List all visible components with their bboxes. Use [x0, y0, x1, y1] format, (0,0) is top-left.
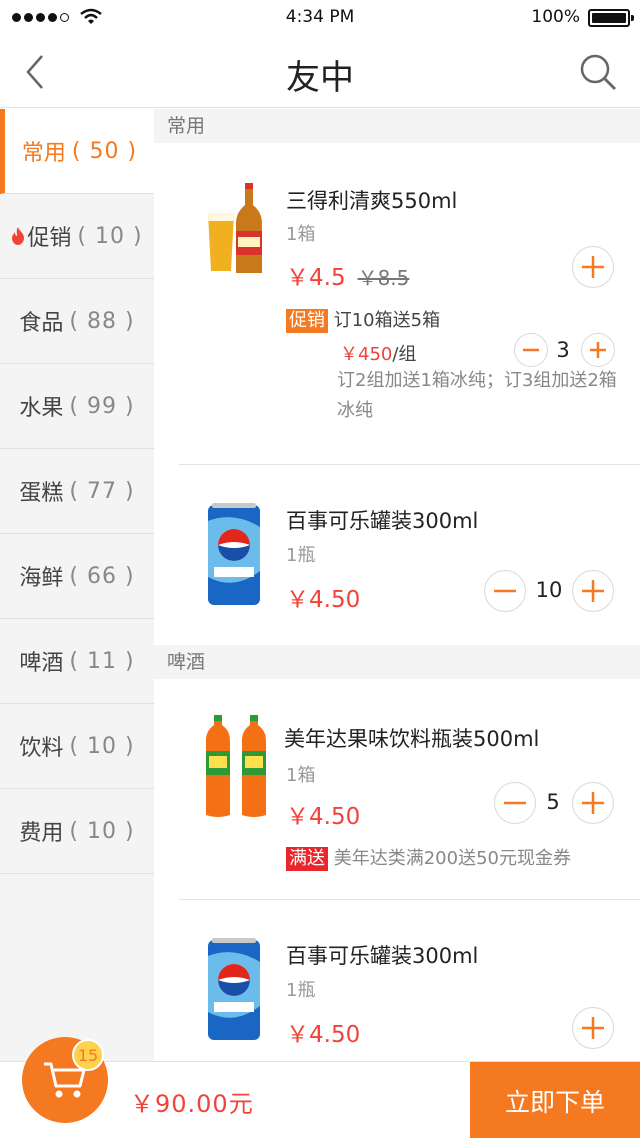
- product-name: 三得利清爽550ml: [286, 189, 458, 213]
- gift-line: 满送 美年达类满200送50元现金券: [286, 844, 571, 871]
- product-name: 百事可乐罐装300ml: [286, 944, 479, 968]
- product-unit: 1箱: [286, 765, 316, 786]
- decrease-button[interactable]: [494, 782, 536, 824]
- promo-note: 订2组加送1箱冰纯；订3组加送2箱冰纯: [337, 370, 617, 421]
- plus-icon: [582, 792, 604, 814]
- quantity-value: 3: [556, 338, 570, 362]
- sidebar-item-shipin[interactable]: 食品( 88 ): [0, 279, 154, 364]
- promo-text: 订10箱送5箱: [333, 310, 441, 331]
- product-unit: 1瓶: [286, 980, 316, 1001]
- minus-icon: [494, 589, 516, 593]
- product-item: 三得利清爽550ml 1箱 ￥4.5 ￥8.5 促销 订10箱送5箱 ￥450/组…: [154, 143, 640, 465]
- page-title: 友中: [286, 58, 354, 98]
- sidebar-item-label: 水果: [19, 396, 64, 421]
- battery-percent: 100%: [531, 7, 580, 27]
- sidebar-item-cuxiao[interactable]: 促销( 10 ): [0, 194, 154, 279]
- sidebar-item-dangao[interactable]: 蛋糕( 77 ): [0, 449, 154, 534]
- battery-icon: [588, 9, 634, 27]
- plus-icon: [582, 1017, 604, 1039]
- sidebar-item-feiyong[interactable]: 费用( 10 ): [0, 789, 154, 874]
- beer-bottle-glass-image: [208, 183, 262, 273]
- sidebar-item-shuiguo[interactable]: 水果( 99 ): [0, 364, 154, 449]
- section-header: 啤酒: [154, 645, 640, 679]
- checkout-bar: 15 ￥90.00元 立即下单: [0, 1037, 640, 1138]
- sidebar-item-label: 海鲜: [19, 566, 64, 591]
- product-price: ￥4.50: [286, 1022, 361, 1048]
- minus-icon: [504, 801, 526, 805]
- cart-count-badge: 15: [72, 1039, 104, 1071]
- nav-bar: 友中: [0, 36, 640, 108]
- sidebar-item-changyong[interactable]: 常用( 50 ): [0, 109, 154, 194]
- sidebar-item-count: ( 88 ): [69, 308, 135, 334]
- current-price: ￥4.5: [286, 265, 346, 291]
- decrease-button[interactable]: [514, 333, 548, 367]
- product-price: ￥4.50: [286, 804, 361, 830]
- promo-price-unit: /组: [392, 344, 417, 365]
- product-item: 百事可乐罐装300ml 1瓶 ￥4.50: [154, 900, 640, 1061]
- place-order-button[interactable]: 立即下单: [470, 1062, 640, 1138]
- increase-button[interactable]: [572, 782, 614, 824]
- product-name: 百事可乐罐装300ml: [286, 509, 479, 533]
- pepsi-can-image: [208, 938, 260, 1040]
- plus-icon: [590, 342, 606, 358]
- sidebar-item-label: 啤酒: [19, 651, 64, 676]
- sidebar-item-yinliao[interactable]: 饮料( 10 ): [0, 704, 154, 789]
- sidebar-item-count: ( 77 ): [69, 478, 135, 504]
- add-button[interactable]: [572, 246, 614, 288]
- sidebar-item-pijiu[interactable]: 啤酒( 11 ): [0, 619, 154, 704]
- product-price: ￥4.5 ￥8.5: [286, 258, 409, 292]
- section-header: 常用: [154, 109, 640, 143]
- plus-icon: [582, 580, 604, 602]
- sidebar-item-haixian[interactable]: 海鲜( 66 ): [0, 534, 154, 619]
- sidebar-item-label: 饮料: [19, 736, 64, 761]
- product-list: 常用 三得利清爽550ml 1箱 ￥4.5 ￥8.5 促销 订10箱送5箱 ￥45…: [154, 109, 640, 1061]
- product-price: ￥4.50: [286, 587, 361, 613]
- increase-button[interactable]: [581, 333, 615, 367]
- order-total: ￥90.00元: [130, 1090, 254, 1118]
- fire-icon: [12, 227, 25, 245]
- pepsi-can-image: [208, 503, 260, 605]
- product-name: 美年达果味饮料瓶装500ml: [284, 727, 540, 751]
- gift-text: 美年达类满200送50元现金券: [333, 848, 571, 869]
- sidebar-item-count: ( 10 ): [69, 733, 135, 759]
- mirinda-bottles-image: [206, 715, 266, 817]
- promo-line: 促销 订10箱送5箱: [286, 306, 440, 333]
- quantity-value: 10: [535, 578, 563, 602]
- minus-icon: [523, 348, 539, 352]
- sidebar-item-label: 食品: [19, 311, 64, 336]
- promo-price-value: ￥450: [340, 344, 393, 365]
- product-item: 美年达果味饮料瓶装500ml 1箱 ￥4.50 5 满送 美年达类满200送50…: [154, 679, 640, 900]
- sidebar-item-label: 蛋糕: [19, 481, 64, 506]
- increase-button[interactable]: [572, 570, 614, 612]
- sidebar-item-count: ( 11 ): [69, 648, 135, 674]
- search-icon[interactable]: [578, 52, 618, 92]
- category-sidebar: 常用( 50 ) 促销( 10 ) 食品( 88 ) 水果( 99 ) 蛋糕( …: [0, 109, 154, 1061]
- decrease-button[interactable]: [484, 570, 526, 612]
- product-unit: 1瓶: [286, 545, 316, 566]
- product-item: 百事可乐罐装300ml 1瓶 ￥4.50 10: [154, 465, 640, 645]
- sidebar-item-label: 费用: [19, 821, 64, 846]
- sidebar-item-count: ( 10 ): [77, 223, 143, 249]
- sidebar-item-count: ( 50 ): [71, 138, 138, 164]
- gift-tag: 满送: [286, 847, 328, 871]
- add-button[interactable]: [572, 1007, 614, 1049]
- status-bar: 4:34 PM 100%: [0, 0, 640, 36]
- sidebar-item-count: ( 66 ): [69, 563, 135, 589]
- quantity-value: 5: [546, 790, 560, 814]
- sidebar-item-count: ( 10 ): [69, 818, 135, 844]
- plus-icon: [582, 256, 604, 278]
- sidebar-item-label: 常用: [21, 141, 66, 166]
- sidebar-item-label: 促销: [27, 226, 72, 251]
- product-unit: 1箱: [286, 224, 316, 245]
- promo-price: ￥450/组: [340, 340, 416, 366]
- sidebar-item-count: ( 99 ): [69, 393, 135, 419]
- promo-tag: 促销: [286, 309, 328, 333]
- original-price: ￥8.5: [357, 266, 410, 290]
